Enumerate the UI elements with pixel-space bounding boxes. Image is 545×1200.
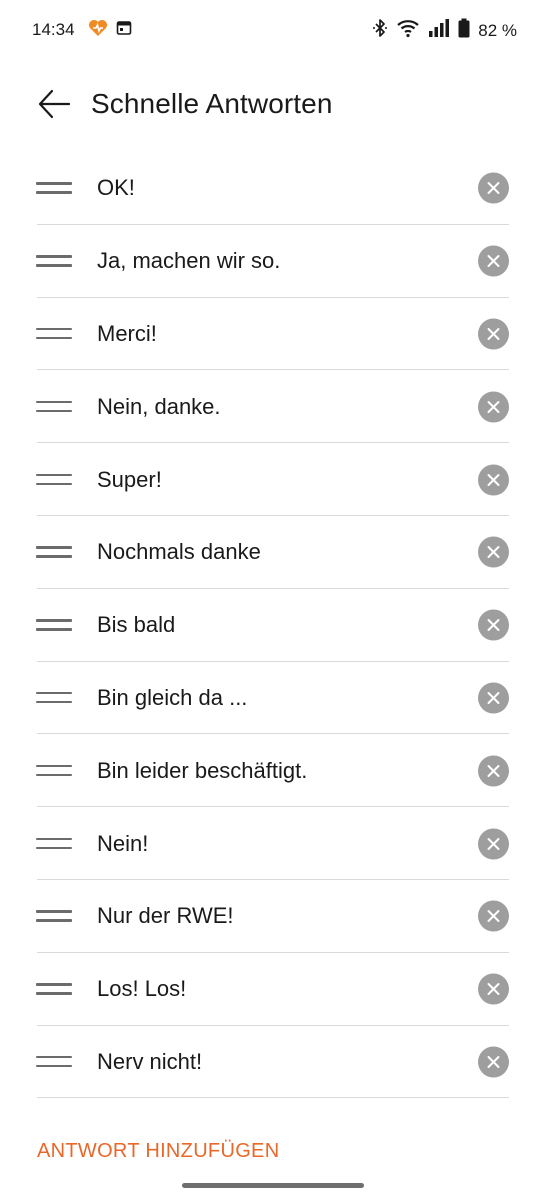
delete-button[interactable] bbox=[478, 1046, 509, 1078]
delete-button[interactable] bbox=[478, 172, 509, 204]
reply-text: Nerv nicht! bbox=[97, 1048, 203, 1074]
reply-text: Merci! bbox=[97, 320, 157, 346]
reply-text: Nein, danke. bbox=[97, 393, 221, 419]
list-item[interactable]: Merci! bbox=[0, 298, 545, 371]
reply-text: Bis bald bbox=[97, 612, 176, 638]
list-item[interactable]: Bin gleich da ... bbox=[0, 662, 545, 735]
close-icon bbox=[487, 327, 500, 340]
list-item[interactable]: Nur der RWE! bbox=[0, 880, 545, 953]
close-icon bbox=[487, 619, 500, 632]
signal-icon bbox=[428, 18, 450, 43]
drag-handle-icon[interactable] bbox=[36, 834, 74, 854]
app-header: Schnelle Antworten bbox=[0, 72, 545, 136]
battery-icon bbox=[458, 18, 470, 43]
delete-button[interactable] bbox=[478, 755, 509, 787]
list-item[interactable]: Nein! bbox=[0, 807, 545, 880]
quick-reply-list: OK! Ja, machen wir so. Merci! Nein, danke. S… bbox=[0, 152, 545, 1099]
drag-handle-icon[interactable] bbox=[36, 1052, 74, 1072]
close-icon bbox=[487, 546, 500, 559]
list-item[interactable]: Super! bbox=[0, 443, 545, 516]
delete-button[interactable] bbox=[478, 828, 509, 860]
close-icon bbox=[487, 764, 500, 777]
delete-button[interactable] bbox=[478, 609, 509, 641]
calendar-icon bbox=[116, 20, 132, 41]
reply-text: Super! bbox=[97, 466, 162, 492]
close-icon bbox=[487, 837, 500, 850]
list-item[interactable]: Ja, machen wir so. bbox=[0, 225, 545, 298]
reply-text: Nur der RWE! bbox=[97, 903, 234, 929]
drag-handle-icon[interactable] bbox=[36, 178, 74, 198]
drag-handle-icon[interactable] bbox=[36, 251, 74, 271]
reply-text: Bin leider beschäftigt. bbox=[97, 757, 308, 783]
drag-handle-icon[interactable] bbox=[36, 470, 74, 490]
delete-button[interactable] bbox=[478, 318, 509, 350]
delete-button[interactable] bbox=[478, 464, 509, 496]
close-icon bbox=[487, 1055, 500, 1068]
delete-button[interactable] bbox=[478, 245, 509, 277]
delete-button[interactable] bbox=[478, 536, 509, 568]
back-button[interactable] bbox=[34, 84, 74, 124]
reply-text: Nochmals danke bbox=[97, 539, 261, 565]
page-title: Schnelle Antworten bbox=[91, 88, 333, 119]
gesture-navigation-bar[interactable] bbox=[182, 1183, 364, 1188]
list-item[interactable]: OK! bbox=[0, 152, 545, 225]
close-icon bbox=[487, 182, 500, 195]
arrow-left-icon bbox=[38, 89, 71, 119]
drag-handle-icon[interactable] bbox=[36, 979, 74, 999]
drag-handle-icon[interactable] bbox=[36, 542, 74, 562]
close-icon bbox=[487, 910, 500, 923]
status-right-icons: 82 % bbox=[372, 18, 517, 43]
close-icon bbox=[487, 983, 500, 996]
list-item[interactable]: Nein, danke. bbox=[0, 370, 545, 443]
delete-button[interactable] bbox=[478, 682, 509, 714]
list-item[interactable]: Nochmals danke bbox=[0, 516, 545, 589]
health-icon bbox=[88, 19, 108, 42]
drag-handle-icon[interactable] bbox=[36, 615, 74, 635]
status-time: 14:34 bbox=[32, 20, 75, 39]
status-bar: 14:34 82 % bbox=[0, 0, 545, 60]
bluetooth-icon bbox=[372, 18, 388, 43]
list-item[interactable]: Bin leider beschäftigt. bbox=[0, 734, 545, 807]
delete-button[interactable] bbox=[478, 900, 509, 932]
close-icon bbox=[487, 400, 500, 413]
list-item[interactable]: Los! Los! bbox=[0, 953, 545, 1026]
status-left-icons bbox=[88, 19, 132, 42]
delete-button[interactable] bbox=[478, 391, 509, 423]
close-icon bbox=[487, 473, 500, 486]
add-reply-button[interactable]: ANTWORT HINZUFÜGEN bbox=[37, 1140, 279, 1163]
reply-text: Los! Los! bbox=[97, 976, 187, 1002]
close-icon bbox=[487, 691, 500, 704]
reply-text: Bin gleich da ... bbox=[97, 684, 248, 710]
drag-handle-icon[interactable] bbox=[36, 906, 74, 926]
drag-handle-icon[interactable] bbox=[36, 761, 74, 781]
wifi-icon bbox=[396, 18, 420, 43]
close-icon bbox=[487, 255, 500, 268]
battery-percentage: 82 % bbox=[478, 20, 517, 40]
drag-handle-icon[interactable] bbox=[36, 324, 74, 344]
list-item[interactable]: Bis bald bbox=[0, 589, 545, 662]
reply-text: Nein! bbox=[97, 830, 149, 856]
list-item[interactable]: Nerv nicht! bbox=[0, 1026, 545, 1099]
delete-button[interactable] bbox=[478, 973, 509, 1005]
reply-text: Ja, machen wir so. bbox=[97, 248, 281, 274]
reply-text: OK! bbox=[97, 175, 135, 201]
drag-handle-icon[interactable] bbox=[36, 397, 74, 417]
drag-handle-icon[interactable] bbox=[36, 688, 74, 708]
